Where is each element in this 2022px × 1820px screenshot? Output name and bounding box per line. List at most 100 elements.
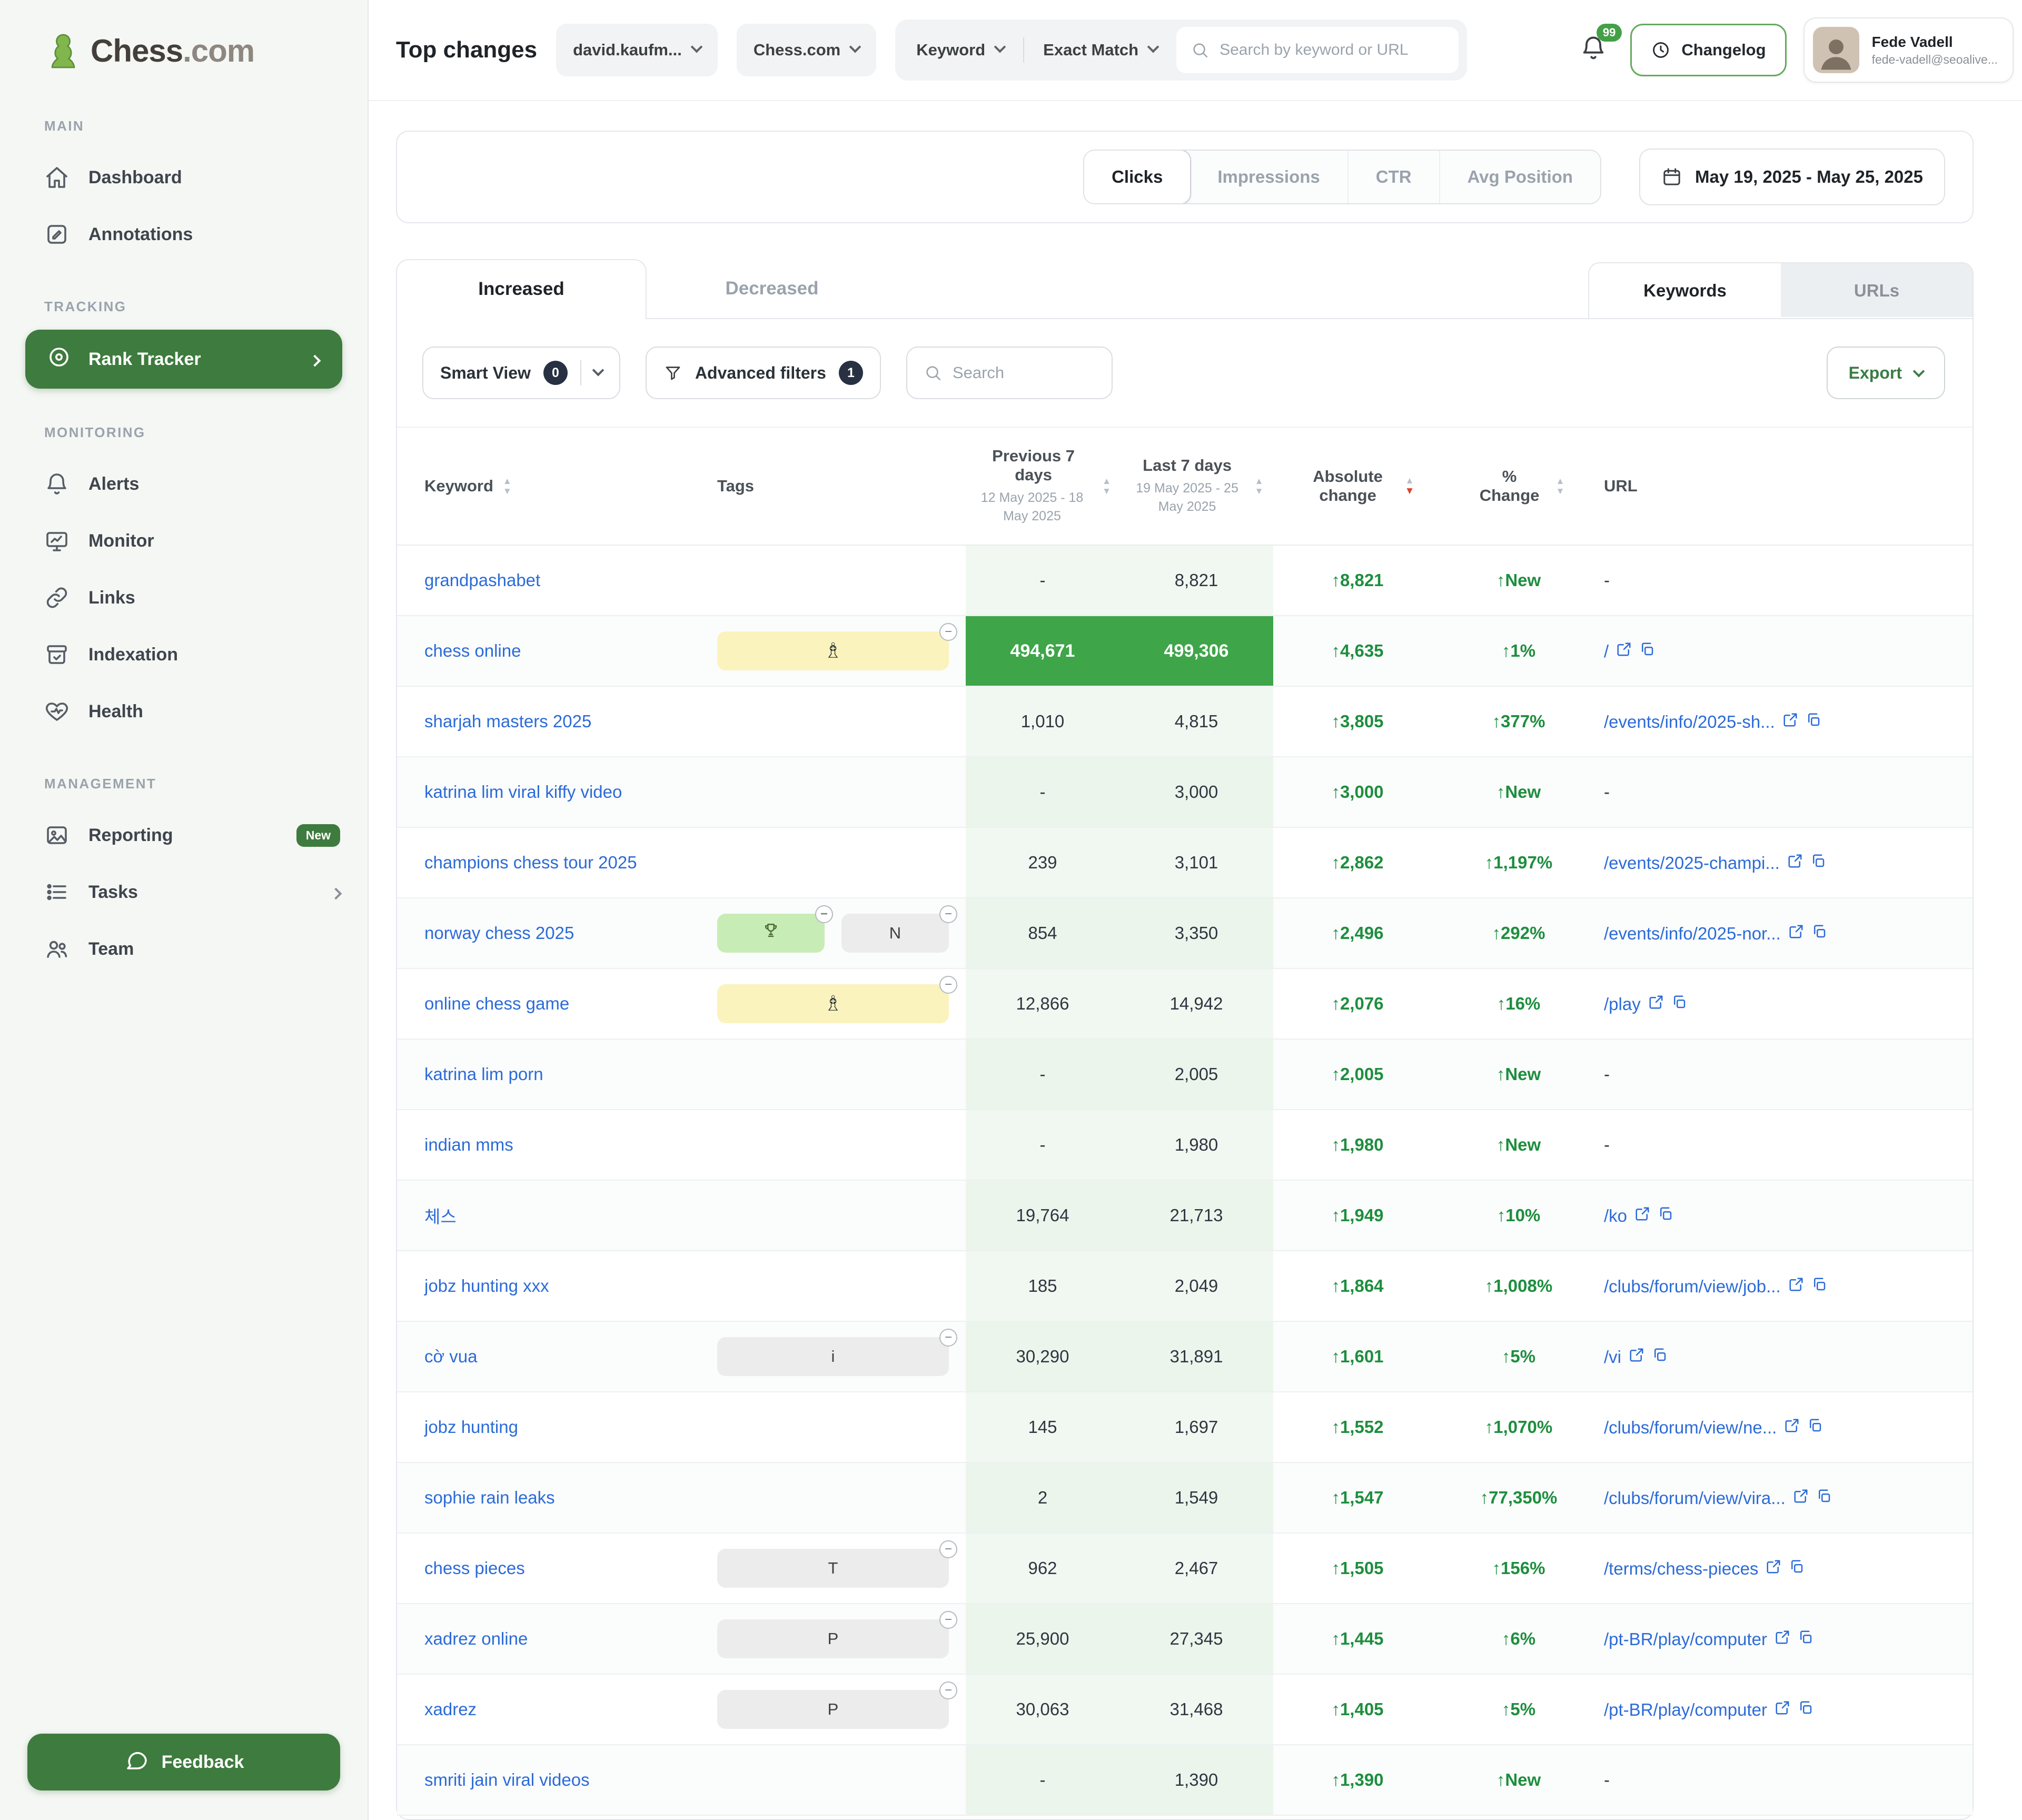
sidebar-item-alerts[interactable]: Alerts: [0, 456, 368, 512]
property-dropdown[interactable]: Chess.com: [737, 24, 876, 76]
sidebar-item-links[interactable]: Links: [0, 569, 368, 626]
sidebar-item-tasks[interactable]: Tasks: [0, 864, 368, 921]
filter-type-dropdown[interactable]: Keyword: [901, 24, 1019, 76]
sort-icon-active[interactable]: ▲▼: [1405, 476, 1415, 496]
sidebar-item-monitor[interactable]: Monitor: [0, 512, 368, 569]
url-link[interactable]: /: [1604, 641, 1609, 661]
keyword-tag[interactable]: P−: [717, 1619, 949, 1658]
chess-com-logo[interactable]: Chess.com: [0, 29, 368, 72]
keyword-link[interactable]: jobz hunting: [424, 1417, 518, 1437]
external-link-icon[interactable]: [1784, 1418, 1800, 1438]
keyword-link[interactable]: cờ vua: [424, 1347, 478, 1366]
sidebar-item-dashboard[interactable]: Dashboard: [0, 149, 368, 206]
sidebar-item-rank-tracker[interactable]: Rank Tracker: [25, 330, 342, 389]
tab-avg-position[interactable]: Avg Position: [1440, 151, 1600, 203]
external-link-icon[interactable]: [1788, 924, 1804, 944]
url-link[interactable]: /clubs/forum/view/ne...: [1604, 1418, 1777, 1438]
feedback-button[interactable]: Feedback: [27, 1734, 340, 1791]
copy-icon[interactable]: [1798, 1700, 1813, 1720]
copy-icon[interactable]: [1811, 924, 1827, 944]
changelog-button[interactable]: Changelog: [1630, 24, 1786, 76]
sidebar-item-indexation[interactable]: Indexation: [0, 626, 368, 683]
keyword-tag[interactable]: −: [717, 914, 825, 953]
url-link[interactable]: /pt-BR/play/computer: [1604, 1629, 1767, 1649]
keyword-link[interactable]: xadrez online: [424, 1629, 528, 1648]
remove-tag-icon[interactable]: −: [815, 905, 833, 923]
external-link-icon[interactable]: [1634, 1206, 1650, 1226]
copy-icon[interactable]: [1807, 1418, 1823, 1438]
advanced-filters-button[interactable]: Advanced filters 1: [646, 347, 881, 399]
url-link[interactable]: /clubs/forum/view/vira...: [1604, 1488, 1786, 1508]
copy-icon[interactable]: [1810, 853, 1826, 873]
external-link-icon[interactable]: [1788, 1277, 1804, 1297]
match-type-dropdown[interactable]: Exact Match: [1028, 24, 1172, 76]
tab-keywords[interactable]: Keywords: [1589, 263, 1781, 318]
date-range-picker[interactable]: May 19, 2025 - May 25, 2025: [1639, 149, 1945, 205]
keyword-tag[interactable]: i−: [717, 1337, 949, 1376]
tab-increased[interactable]: Increased: [396, 259, 647, 318]
keyword-tag[interactable]: N−: [841, 914, 949, 953]
external-link-icon[interactable]: [1775, 1629, 1790, 1649]
copy-icon[interactable]: [1671, 994, 1687, 1014]
external-link-icon[interactable]: [1629, 1347, 1644, 1367]
sort-icon[interactable]: ▲▼: [1255, 477, 1264, 496]
keyword-link[interactable]: indian mms: [424, 1135, 513, 1154]
remove-tag-icon[interactable]: −: [939, 1611, 957, 1629]
url-link[interactable]: /pt-BR/play/computer: [1604, 1700, 1767, 1720]
copy-icon[interactable]: [1789, 1559, 1805, 1579]
column-header-percent-change[interactable]: % Change▲▼: [1442, 427, 1595, 545]
keyword-link[interactable]: xadrez: [424, 1699, 477, 1719]
remove-tag-icon[interactable]: −: [939, 976, 957, 994]
copy-icon[interactable]: [1806, 712, 1821, 732]
keyword-link[interactable]: jobz hunting xxx: [424, 1276, 549, 1295]
sort-icon[interactable]: ▲▼: [1556, 477, 1565, 496]
keyword-link[interactable]: online chess game: [424, 994, 569, 1013]
url-link[interactable]: /terms/chess-pieces: [1604, 1559, 1758, 1579]
remove-tag-icon[interactable]: −: [939, 1681, 957, 1699]
remove-tag-icon[interactable]: −: [939, 1329, 957, 1347]
keyword-link[interactable]: chess pieces: [424, 1558, 525, 1578]
tab-clicks[interactable]: Clicks: [1083, 150, 1191, 204]
tab-urls[interactable]: URLs: [1781, 263, 1973, 318]
sort-icon[interactable]: ▲▼: [503, 477, 512, 496]
external-link-icon[interactable]: [1616, 641, 1632, 661]
keyword-link[interactable]: sophie rain leaks: [424, 1488, 555, 1507]
url-link[interactable]: /events/2025-champi...: [1604, 853, 1780, 873]
table-search-input[interactable]: [953, 363, 1095, 382]
external-link-icon[interactable]: [1793, 1488, 1809, 1508]
remove-tag-icon[interactable]: −: [939, 623, 957, 641]
url-link[interactable]: /play: [1604, 994, 1641, 1014]
tab-decreased[interactable]: Decreased: [647, 259, 897, 318]
keyword-tag[interactable]: T−: [717, 1549, 949, 1588]
sidebar-item-health[interactable]: Health: [0, 683, 368, 740]
keyword-link[interactable]: 체스: [424, 1207, 457, 1226]
url-link[interactable]: /ko: [1604, 1206, 1627, 1226]
account-dropdown[interactable]: david.kaufm...: [556, 24, 718, 76]
tab-ctr[interactable]: CTR: [1349, 151, 1440, 203]
column-header-last[interactable]: Last 7 days19 May 2025 - 25 May 2025▲▼: [1119, 427, 1273, 545]
keyword-link[interactable]: chess online: [424, 641, 521, 660]
copy-icon[interactable]: [1798, 1629, 1813, 1649]
tab-impressions[interactable]: Impressions: [1190, 151, 1348, 203]
keyword-link[interactable]: norway chess 2025: [424, 923, 574, 943]
external-link-icon[interactable]: [1782, 712, 1798, 732]
smart-view-dropdown[interactable]: Smart View 0: [422, 347, 620, 399]
url-link[interactable]: /events/info/2025-nor...: [1604, 924, 1781, 944]
keyword-link[interactable]: champions chess tour 2025: [424, 853, 637, 872]
keyword-link[interactable]: sharjah masters 2025: [424, 711, 591, 731]
sidebar-item-team[interactable]: Team: [0, 921, 368, 977]
keyword-tag[interactable]: ♗−: [717, 631, 949, 670]
url-link[interactable]: /events/info/2025-sh...: [1604, 712, 1775, 732]
copy-icon[interactable]: [1658, 1206, 1673, 1226]
url-link[interactable]: /vi: [1604, 1347, 1621, 1367]
column-header-absolute-change[interactable]: Absolute change▲▼: [1273, 427, 1442, 545]
user-menu[interactable]: Fede Vadell fede-vadell@seoalive...: [1803, 17, 2014, 83]
keyword-tag[interactable]: P−: [717, 1690, 949, 1729]
column-header-previous[interactable]: Previous 7 days12 May 2025 - 18 May 2025…: [966, 427, 1119, 545]
copy-icon[interactable]: [1811, 1277, 1827, 1297]
export-button[interactable]: Export: [1827, 347, 1945, 399]
sidebar-item-reporting[interactable]: Reporting New: [0, 807, 368, 864]
keyword-link[interactable]: katrina lim porn: [424, 1064, 543, 1084]
copy-icon[interactable]: [1816, 1488, 1832, 1508]
external-link-icon[interactable]: [1648, 994, 1664, 1014]
